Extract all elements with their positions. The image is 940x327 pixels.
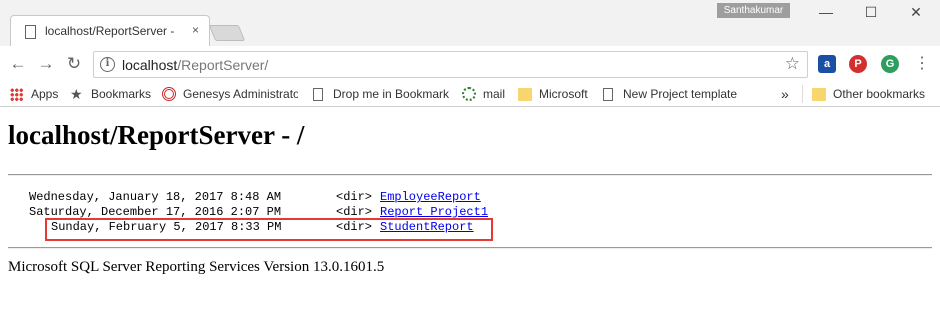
bookmark-label: Microsoft xyxy=(539,87,588,101)
folder-icon xyxy=(812,88,826,101)
url-path: /ReportServer/ xyxy=(177,57,269,73)
close-window-icon[interactable]: ✕ xyxy=(906,4,926,21)
bookmark-label: Bookmarks xyxy=(91,87,152,101)
bookmark-genesys[interactable]: Genesys Administrato xyxy=(162,86,298,103)
page-title: localhost/ReportServer - / xyxy=(8,120,305,150)
entry-type: <dir> xyxy=(336,205,373,219)
bookmark-label: New Project template xyxy=(623,87,738,101)
listing-row: Saturday, December 17, 2016 2:07 PM <dir… xyxy=(0,205,488,219)
bookmark-bookmarks[interactable]: ★ Bookmarks xyxy=(70,86,155,103)
entry-date: Wednesday, January 18, 2017 8:48 AM xyxy=(29,190,282,204)
account-extension-icon[interactable]: a xyxy=(818,55,836,73)
folder-icon xyxy=(518,88,532,101)
document-icon xyxy=(25,25,36,39)
reload-icon[interactable]: ↻ xyxy=(63,53,85,75)
bookmark-label: Other bookmarks xyxy=(833,87,926,101)
minimize-icon[interactable]: — xyxy=(816,4,836,20)
bookmark-label: mail xyxy=(483,87,506,101)
star-icon: ★ xyxy=(70,86,83,102)
mail-icon xyxy=(462,87,476,101)
maximize-icon[interactable]: ☐ xyxy=(861,4,881,21)
new-tab-button[interactable] xyxy=(208,25,246,41)
address-bar[interactable]: i localhost/ReportServer/ ☆ xyxy=(93,51,808,78)
highlight-box xyxy=(45,218,493,241)
bookmark-star-icon[interactable]: ☆ xyxy=(785,54,800,74)
url-host: localhost xyxy=(122,57,178,73)
back-arrow-icon[interactable]: ← xyxy=(7,53,29,75)
menu-icon[interactable]: ⋮ xyxy=(914,56,930,72)
grammarly-icon[interactable]: G xyxy=(881,55,899,73)
listing-row: Sunday, February 5, 2017 8:33 PM <dir> S… xyxy=(0,220,474,234)
bookmark-label: Apps xyxy=(31,87,59,101)
info-icon[interactable]: i xyxy=(100,57,115,72)
pinterest-icon[interactable]: P xyxy=(849,55,867,73)
bookmark-new-project-template[interactable]: New Project template xyxy=(603,86,739,103)
browser-toolbar: ← → ↻ i localhost/ReportServer/ ☆ a P G … xyxy=(0,46,940,82)
other-bookmarks[interactable]: Other bookmarks xyxy=(812,86,937,103)
forward-arrow-icon[interactable]: → xyxy=(35,53,57,75)
divider xyxy=(802,85,803,103)
page-content: localhost/ReportServer - / Wednesday, Ja… xyxy=(0,108,940,327)
page-icon xyxy=(603,88,613,101)
bookmark-drop-me[interactable]: Drop me in Bookmark xyxy=(313,86,449,103)
apps-grid-icon xyxy=(10,88,23,101)
entry-link[interactable]: EmployeeReport xyxy=(380,190,481,204)
bookmark-microsoft[interactable]: Microsoft xyxy=(518,86,594,103)
version-footer: Microsoft SQL Server Reporting Services … xyxy=(8,259,385,275)
close-tab-icon[interactable]: × xyxy=(192,23,199,37)
browser-tab[interactable]: localhost/ReportServer - × xyxy=(10,15,210,46)
url-text[interactable]: localhost/ReportServer/ xyxy=(122,57,268,73)
entry-link[interactable]: Report Project1 xyxy=(380,205,488,219)
profile-badge[interactable]: Santhakumar xyxy=(717,3,790,18)
genesys-icon xyxy=(162,87,176,101)
title-bar: localhost/ReportServer - × Santhakumar —… xyxy=(0,0,940,46)
entry-date: Saturday, December 17, 2016 2:07 PM xyxy=(29,205,282,219)
bookmark-label: Genesys Administrato xyxy=(183,87,298,101)
bookmark-label: Drop me in Bookmark xyxy=(333,87,449,101)
bookmark-apps[interactable]: Apps xyxy=(10,86,65,103)
listing-row: Wednesday, January 18, 2017 8:48 AM <dir… xyxy=(0,190,481,204)
page-icon xyxy=(313,88,323,101)
divider xyxy=(8,247,932,249)
tab-title: localhost/ReportServer - xyxy=(45,24,175,38)
bookmarks-bar: Apps ★ Bookmarks Genesys Administrato Dr… xyxy=(0,82,940,107)
divider xyxy=(8,174,932,176)
entry-type: <dir> xyxy=(336,190,373,204)
bookmarks-overflow-icon[interactable]: » xyxy=(781,86,795,103)
bookmark-mail[interactable]: mail xyxy=(462,86,510,103)
